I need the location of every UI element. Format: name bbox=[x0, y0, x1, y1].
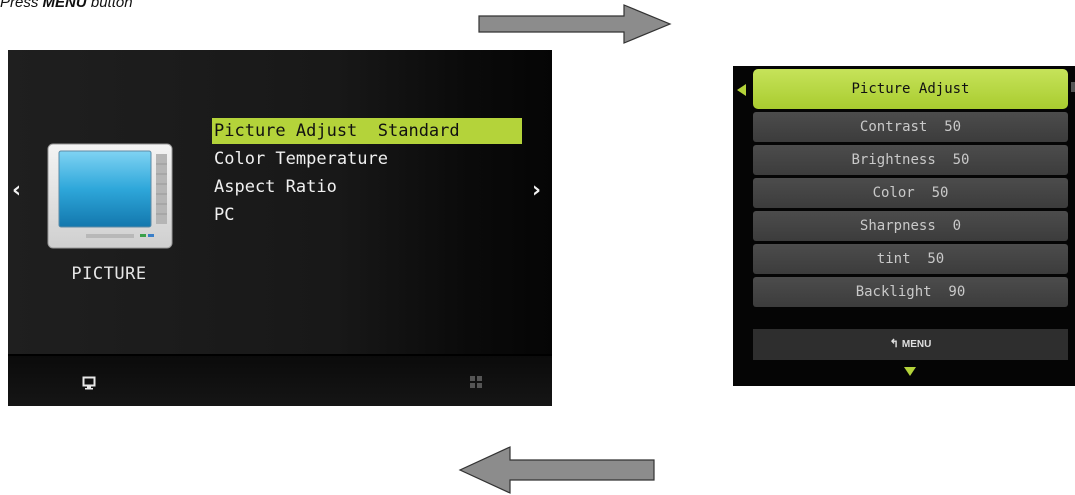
menu-item-pc[interactable]: PC bbox=[212, 202, 522, 228]
submenu-title[interactable]: Picture Adjust bbox=[753, 69, 1068, 109]
menu-item-picture-adjust[interactable]: Picture Adjust Standard bbox=[212, 118, 522, 144]
category-label: PICTURE bbox=[71, 264, 147, 284]
main-menu-screen: ‹ › PICTURE Picture Adjust Standard Colo… bbox=[8, 50, 552, 406]
scroll-marker bbox=[1071, 82, 1075, 92]
submenu-item-color[interactable]: Color 50 bbox=[753, 178, 1068, 208]
menu-item-aspect-ratio[interactable]: Aspect Ratio bbox=[212, 174, 522, 200]
nav-right-arrow[interactable]: › bbox=[532, 178, 541, 203]
monitor-icon bbox=[82, 376, 96, 390]
submenu-list: Contrast 50 Brightness 50 Color 50 Sharp… bbox=[753, 112, 1068, 310]
picture-adjust-submenu: Picture Adjust Contrast 50 Brightness 50… bbox=[733, 66, 1075, 386]
triangle-left-icon[interactable] bbox=[737, 84, 746, 96]
tv-icon bbox=[47, 143, 173, 249]
menu-back-label: MENU bbox=[901, 339, 932, 350]
submenu-item-sharpness[interactable]: Sharpness 0 bbox=[753, 211, 1068, 241]
main-menu-list: Picture Adjust Standard Color Temperatur… bbox=[212, 118, 522, 230]
submenu-item-brightness[interactable]: Brightness 50 bbox=[753, 145, 1068, 175]
triangle-down-icon[interactable] bbox=[904, 367, 916, 376]
submenu-item-contrast[interactable]: Contrast 50 bbox=[753, 112, 1068, 142]
menu-back-button[interactable]: ↰ MENU bbox=[753, 329, 1068, 360]
menu-item-color-temperature[interactable]: Color Temperature bbox=[212, 146, 522, 172]
nav-left-arrow[interactable]: ‹ bbox=[12, 178, 21, 203]
instruction-caption: Press MENU button bbox=[0, 0, 133, 11]
return-icon: ↰ bbox=[889, 338, 899, 350]
caption-suffix: button bbox=[86, 0, 133, 11]
submenu-item-tint[interactable]: tint 50 bbox=[753, 244, 1068, 274]
grid-icon bbox=[470, 376, 482, 388]
right-arrow-icon bbox=[478, 4, 672, 44]
caption-prefix: Press bbox=[0, 0, 43, 11]
submenu-item-backlight[interactable]: Backlight 90 bbox=[753, 277, 1068, 307]
caption-key: MENU bbox=[42, 0, 87, 11]
left-arrow-icon bbox=[458, 446, 655, 494]
